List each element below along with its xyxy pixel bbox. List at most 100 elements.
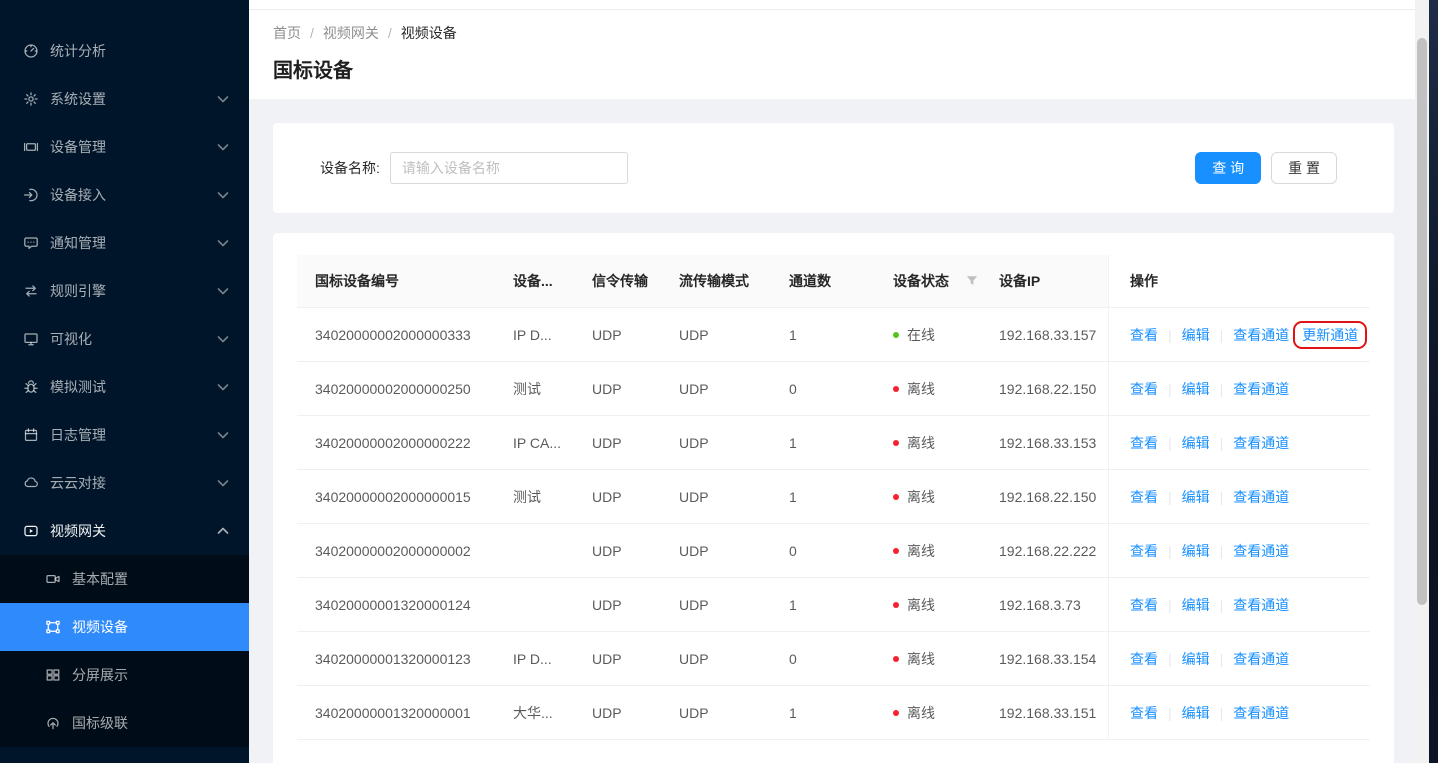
op-link-查看[interactable]: 查看 bbox=[1130, 703, 1158, 723]
op-link-编辑[interactable]: 编辑 bbox=[1182, 649, 1210, 669]
vertical-scrollbar[interactable] bbox=[1415, 0, 1429, 763]
op-link-编辑[interactable]: 编辑 bbox=[1182, 487, 1210, 507]
device-status-cell: 离线 bbox=[893, 649, 999, 669]
column-header-label: 流传输模式 bbox=[679, 273, 749, 289]
device-name-input[interactable] bbox=[390, 152, 628, 184]
stream-mode-cell: UDP bbox=[679, 597, 789, 613]
sidebar-item-云云对接[interactable]: 云云对接 bbox=[0, 459, 249, 507]
video-gateway-icon bbox=[22, 523, 39, 540]
op-link-查看通道[interactable]: 查看通道 bbox=[1233, 487, 1289, 507]
device-id-cell: 34020000002000000333 bbox=[297, 327, 513, 343]
split-screen-icon bbox=[44, 667, 61, 684]
op-link-编辑[interactable]: 编辑 bbox=[1182, 595, 1210, 615]
device-name-cell: IP D... bbox=[513, 651, 592, 667]
chevron-up-icon bbox=[214, 523, 231, 540]
scrollbar-thumb[interactable] bbox=[1417, 38, 1427, 605]
reset-button[interactable]: 重 置 bbox=[1271, 152, 1337, 184]
op-link-更新通道[interactable]: 更新通道 bbox=[1293, 321, 1367, 349]
op-link-查看[interactable]: 查看 bbox=[1130, 487, 1158, 507]
op-link-查看通道[interactable]: 查看通道 bbox=[1233, 703, 1289, 723]
channel-count-cell: 1 bbox=[789, 597, 893, 613]
op-separator: | bbox=[1168, 705, 1172, 721]
op-link-查看通道[interactable]: 查看通道 bbox=[1233, 379, 1289, 399]
sidebar-item-模拟测试[interactable]: 模拟测试 bbox=[0, 363, 249, 411]
op-link-查看通道[interactable]: 查看通道 bbox=[1233, 433, 1289, 453]
sidebar-item-统计分析[interactable]: 统计分析 bbox=[0, 27, 249, 75]
op-link-查看[interactable]: 查看 bbox=[1130, 595, 1158, 615]
op-link-查看通道[interactable]: 查看通道 bbox=[1233, 541, 1289, 561]
signal-cell: UDP bbox=[592, 597, 679, 613]
device-name-cell: IP D... bbox=[513, 327, 592, 343]
sidebar-item-label: 系统设置 bbox=[50, 89, 214, 109]
status-text: 离线 bbox=[907, 433, 935, 453]
op-separator: | bbox=[1220, 435, 1224, 451]
op-link-编辑[interactable]: 编辑 bbox=[1182, 379, 1210, 399]
chevron-down-icon bbox=[214, 331, 231, 348]
chevron-down-icon bbox=[214, 187, 231, 204]
status-text: 在线 bbox=[907, 325, 935, 345]
column-header-label: 设备IP bbox=[999, 273, 1040, 289]
ops-row: 查看|编辑|查看通道更新通道 bbox=[1109, 308, 1370, 362]
status-dot bbox=[893, 656, 899, 662]
sidebar-item-日志管理[interactable]: 日志管理 bbox=[0, 411, 249, 459]
column-header-信令传输: 信令传输 bbox=[592, 271, 679, 291]
chevron-down-icon bbox=[214, 235, 231, 252]
op-separator: | bbox=[1168, 489, 1172, 505]
op-separator: | bbox=[1168, 543, 1172, 559]
op-link-查看[interactable]: 查看 bbox=[1130, 325, 1158, 345]
sidebar-item-系统设置[interactable]: 系统设置 bbox=[0, 75, 249, 123]
op-link-查看[interactable]: 查看 bbox=[1130, 541, 1158, 561]
sidebar-subitem-label: 国标级联 bbox=[72, 713, 231, 733]
op-separator: | bbox=[1220, 651, 1224, 667]
status-text: 离线 bbox=[907, 487, 935, 507]
sidebar-item-label: 日志管理 bbox=[50, 425, 214, 445]
sidebar-item-设备管理[interactable]: 设备管理 bbox=[0, 123, 249, 171]
sidebar-subitem-label: 视频设备 bbox=[72, 617, 231, 637]
op-link-查看通道[interactable]: 查看通道 bbox=[1233, 649, 1289, 669]
column-header-设备状态: 设备状态 bbox=[893, 271, 999, 291]
op-link-编辑[interactable]: 编辑 bbox=[1182, 703, 1210, 723]
sidebar-item-视频网关[interactable]: 视频网关 bbox=[0, 507, 249, 555]
chevron-down-icon bbox=[214, 427, 231, 444]
op-link-查看[interactable]: 查看 bbox=[1130, 379, 1158, 399]
op-link-查看[interactable]: 查看 bbox=[1130, 649, 1158, 669]
op-separator: | bbox=[1168, 651, 1172, 667]
device-status-cell: 离线 bbox=[893, 487, 999, 507]
device-id-cell: 34020000002000000015 bbox=[297, 489, 513, 505]
signal-cell: UDP bbox=[592, 435, 679, 451]
filter-icon bbox=[966, 275, 978, 287]
sidebar-subitem-国标级联[interactable]: 国标级联 bbox=[0, 699, 249, 747]
sidebar-subitem-分屏展示[interactable]: 分屏展示 bbox=[0, 651, 249, 699]
stream-mode-cell: UDP bbox=[679, 705, 789, 721]
op-link-编辑[interactable]: 编辑 bbox=[1182, 433, 1210, 453]
sidebar-subitem-基本配置[interactable]: 基本配置 bbox=[0, 555, 249, 603]
device-id-cell: 34020000001320000001 bbox=[297, 705, 513, 721]
sidebar-item-可视化[interactable]: 可视化 bbox=[0, 315, 249, 363]
sidebar-item-通知管理[interactable]: 通知管理 bbox=[0, 219, 249, 267]
op-separator: | bbox=[1168, 381, 1172, 397]
stream-mode-cell: UDP bbox=[679, 327, 789, 343]
ops-column-body: 查看|编辑|查看通道更新通道查看|编辑|查看通道查看|编辑|查看通道查看|编辑|… bbox=[1109, 308, 1370, 740]
query-button[interactable]: 查 询 bbox=[1195, 152, 1261, 184]
main-content: 首页 / 视频网关 / 视频设备 国标设备 设备名称: 查 询 重 置 国标设备… bbox=[249, 0, 1415, 763]
chevron-down-icon bbox=[214, 139, 231, 156]
status-dot bbox=[893, 440, 899, 446]
sidebar-item-设备接入[interactable]: 设备接入 bbox=[0, 171, 249, 219]
op-link-编辑[interactable]: 编辑 bbox=[1182, 325, 1210, 345]
device-id-cell: 34020000002000000250 bbox=[297, 381, 513, 397]
op-separator: | bbox=[1220, 597, 1224, 613]
op-separator: | bbox=[1168, 327, 1172, 343]
op-link-查看通道[interactable]: 查看通道 bbox=[1233, 595, 1289, 615]
sidebar-subitem-视频设备[interactable]: 视频设备 bbox=[0, 603, 249, 651]
op-separator: | bbox=[1220, 705, 1224, 721]
sidebar-item-规则引擎[interactable]: 规则引擎 bbox=[0, 267, 249, 315]
status-dot bbox=[893, 548, 899, 554]
breadcrumb-home[interactable]: 首页 bbox=[273, 23, 301, 43]
stream-mode-cell: UDP bbox=[679, 543, 789, 559]
op-link-编辑[interactable]: 编辑 bbox=[1182, 541, 1210, 561]
video-camera-icon bbox=[44, 571, 61, 588]
breadcrumb-video-gateway[interactable]: 视频网关 bbox=[323, 23, 379, 43]
op-link-查看[interactable]: 查看 bbox=[1130, 433, 1158, 453]
device-name-label: 设备名称: bbox=[320, 158, 380, 178]
op-link-查看通道[interactable]: 查看通道 bbox=[1233, 325, 1289, 345]
